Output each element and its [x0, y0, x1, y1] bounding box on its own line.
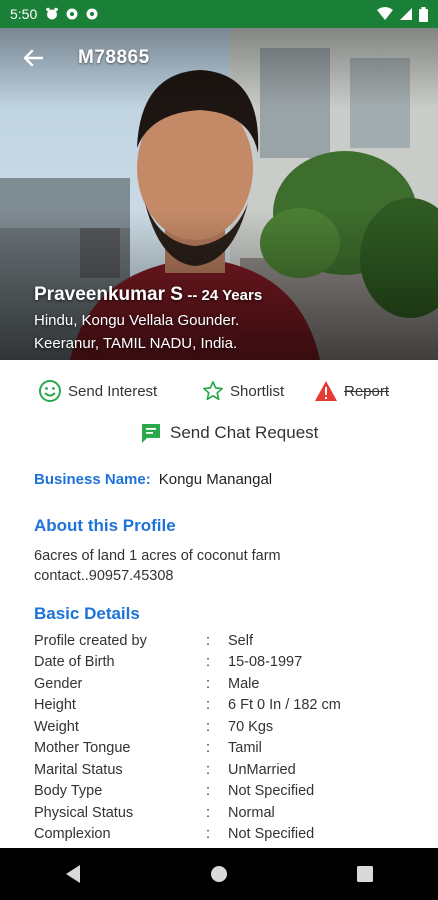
status-notification-icons	[45, 7, 99, 21]
profile-community: Hindu, Kongu Vellala Gounder.	[34, 312, 240, 329]
detail-key: Height	[34, 697, 76, 714]
send-interest-button[interactable]: Send Interest	[38, 379, 157, 403]
shortlist-button[interactable]: Shortlist	[202, 380, 284, 402]
warning-icon	[315, 381, 337, 401]
app-bar: M78865	[0, 28, 438, 88]
detail-row: Mother Tongue: Tamil	[34, 738, 414, 760]
detail-value: UnMarried	[228, 761, 296, 778]
detail-value: 15-08-1997	[228, 654, 303, 671]
detail-row: Complexion: Not Specified	[34, 824, 414, 846]
circle-home-icon	[211, 866, 227, 882]
nav-back-button[interactable]	[53, 854, 93, 894]
detail-key: Marital Status	[34, 761, 123, 778]
back-button[interactable]	[16, 41, 50, 75]
detail-value: 70 Kgs	[228, 718, 274, 735]
smiley-icon	[39, 380, 61, 402]
status-system-icons	[377, 6, 428, 22]
detail-separator: :	[206, 675, 211, 692]
detail-value: Self	[228, 632, 253, 649]
profile-location: Keeranur, TAMIL NADU, India.	[34, 335, 238, 352]
send-interest-label: Send Interest	[68, 382, 158, 400]
detail-row: Date of Birth:15-08-1997	[34, 652, 414, 674]
profile-age: -- 24 Years	[187, 287, 263, 304]
about-line: 6acres of land 1 acres of coconut farm	[34, 548, 281, 564]
business-name-row: Business Name: Kongu Manangal	[34, 471, 272, 488]
signal-icon	[400, 8, 412, 20]
detail-separator: :	[206, 718, 211, 735]
report-button[interactable]: Report	[314, 380, 389, 402]
send-chat-request-label: Send Chat Request	[170, 423, 319, 442]
detail-separator: :	[206, 826, 211, 843]
settings-icon	[86, 8, 98, 20]
profile-id-title: M78865	[78, 47, 150, 68]
detail-row: Body Type: Not Specified	[34, 781, 414, 803]
detail-value: Not Specified	[228, 826, 315, 843]
nav-home-button[interactable]	[199, 854, 239, 894]
detail-row: Marital Status: UnMarried	[34, 759, 414, 781]
detail-value: Tamil	[228, 740, 262, 757]
profile-name: Praveenkumar S	[34, 284, 183, 305]
battery-icon	[419, 6, 428, 22]
detail-key: Date of Birth	[34, 654, 115, 671]
detail-value: Male	[228, 675, 260, 692]
system-navigation-bar	[0, 848, 438, 900]
detail-row: Physical Status: Normal	[34, 802, 414, 824]
detail-separator: :	[206, 783, 211, 800]
detail-key: Gender	[34, 675, 83, 692]
wifi-icon	[377, 7, 393, 20]
detail-row: Gender: Male	[34, 673, 414, 695]
basic-details-title: Basic Details	[34, 604, 140, 623]
send-chat-request-button[interactable]: Send Chat Request	[140, 422, 318, 444]
detail-key: Mother Tongue	[34, 740, 131, 757]
detail-key: Body Type	[34, 783, 103, 800]
detail-row: Weight:70 Kgs	[34, 716, 414, 738]
detail-value: Not Specified	[228, 783, 315, 800]
profile-summary: Praveenkumar S -- 24 Years Hindu, Kongu …	[34, 284, 262, 352]
settings-icon	[66, 8, 78, 20]
status-time: 5:50	[10, 6, 38, 22]
detail-separator: :	[206, 804, 211, 821]
about-text: 6acres of land 1 acres of coconut farm c…	[34, 546, 404, 586]
about-line: contact..90957.45308	[34, 568, 174, 584]
nav-recents-button[interactable]	[345, 854, 385, 894]
about-section-title: About this Profile	[34, 516, 176, 535]
basic-details-list: Profile created by: Self Date of Birth:15…	[34, 630, 414, 845]
detail-value: Normal	[228, 804, 275, 821]
detail-separator: :	[206, 697, 211, 714]
detail-separator: :	[206, 740, 211, 757]
profile-actions: Send Interest Shortlist Report	[0, 374, 438, 408]
star-outline-icon	[203, 381, 223, 401]
chat-bubble-icon	[142, 424, 160, 443]
detail-value: 6 Ft 0 In / 182 cm	[228, 697, 341, 714]
detail-separator: :	[206, 632, 211, 649]
detail-key: Profile created by	[34, 632, 147, 649]
detail-key: Weight	[34, 718, 79, 735]
triangle-back-icon	[66, 865, 80, 883]
report-label: Report	[344, 382, 390, 400]
detail-row: Height:6 Ft 0 In / 182 cm	[34, 695, 414, 717]
detail-separator: :	[206, 654, 211, 671]
business-name-label: Business Name:	[34, 471, 151, 488]
business-name-value: Kongu Manangal	[158, 471, 273, 488]
detail-row: Profile created by: Self	[34, 630, 414, 652]
status-bar: 5:50	[0, 0, 438, 28]
square-recents-icon	[357, 866, 373, 882]
detail-key: Physical Status	[34, 804, 134, 821]
detail-separator: :	[206, 761, 211, 778]
arrow-left-icon	[23, 49, 43, 67]
shortlist-label: Shortlist	[230, 382, 285, 400]
alarm-icon	[46, 7, 59, 20]
detail-key: Complexion	[34, 826, 111, 843]
